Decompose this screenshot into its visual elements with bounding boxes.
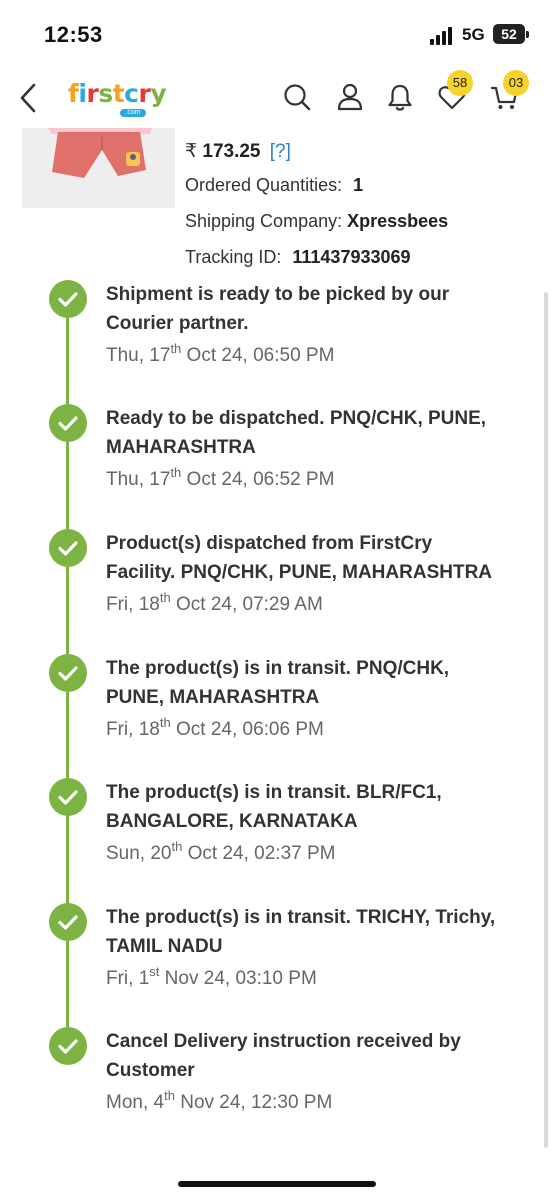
ship-value: Xpressbees — [347, 211, 449, 231]
price-value: 173.25 — [202, 141, 261, 162]
check-circle-icon — [49, 1027, 87, 1065]
check-circle-icon — [49, 529, 87, 567]
event-date: Fri, 1st Nov 24, 03:10 PM — [106, 964, 506, 991]
check-circle-icon — [49, 404, 87, 442]
event-date-suffix: st — [149, 964, 160, 979]
track-value: 111437933069 — [292, 247, 411, 267]
event-date-rest: Oct 24, 06:50 PM — [181, 345, 335, 366]
event-date-rest: Nov 24, 12:30 PM — [174, 1092, 333, 1113]
event-date-day: Fri, 18 — [106, 719, 160, 740]
home-indicator[interactable] — [178, 1181, 376, 1187]
event-date: Thu, 17th Oct 24, 06:52 PM — [106, 465, 506, 492]
logo-letter: s — [98, 79, 113, 108]
battery-icon: 52 — [493, 24, 525, 44]
event-date-suffix: th — [159, 590, 171, 605]
status-bar: 12:53 5G 52 — [0, 0, 554, 70]
event-date-day: Thu, 17 — [106, 345, 171, 366]
event-date-rest: Oct 24, 06:52 PM — [181, 469, 335, 490]
battery-level: 52 — [501, 26, 517, 42]
status-time: 12:53 — [44, 22, 103, 47]
bell-icon — [388, 84, 412, 111]
logo-letter: y — [150, 79, 167, 108]
logo-letter: t — [112, 79, 125, 108]
event-date-day: Sun, 20 — [106, 843, 172, 864]
product-shorts-image — [22, 128, 175, 208]
event-title: The product(s) is in transit. BLR/FC1, B… — [106, 782, 442, 832]
event-date: Mon, 4th Nov 24, 12:30 PM — [106, 1088, 506, 1115]
ship-label: Shipping Company: — [185, 211, 343, 231]
event-title: Cancel Delivery instruction received by … — [106, 1031, 461, 1081]
tracking-id: Tracking ID: 111437933069 — [185, 247, 411, 268]
check-circle-icon — [49, 654, 87, 692]
wishlist-count-badge: 58 — [447, 70, 473, 96]
event-date: Fri, 18th Oct 24, 06:06 PM — [106, 715, 506, 742]
event-date-suffix: th — [170, 465, 182, 480]
logo-letter: r — [138, 79, 151, 108]
event-date-day: Fri, 18 — [106, 594, 160, 615]
qty-label: Ordered Quantities: — [185, 175, 343, 195]
back-button[interactable] — [14, 80, 44, 116]
back-icon — [20, 83, 36, 113]
logo-letter: c — [124, 79, 139, 108]
event-date-rest: Oct 24, 07:29 AM — [170, 594, 323, 615]
event-date-suffix: th — [170, 341, 182, 356]
logo-letter: f — [68, 79, 79, 108]
search-button[interactable] — [282, 82, 312, 112]
event-date: Fri, 18th Oct 24, 07:29 AM — [106, 590, 506, 617]
currency-symbol: ₹ — [185, 141, 198, 162]
check-circle-icon — [49, 778, 87, 816]
event-date-rest: Oct 24, 06:06 PM — [170, 719, 324, 740]
event-date-day: Mon, 4 — [106, 1092, 165, 1113]
event-title: Shipment is ready to be picked by our Co… — [106, 284, 450, 334]
cart-count-badge: 03 — [503, 70, 529, 96]
user-icon — [337, 83, 363, 111]
event-date-day: Fri, 1 — [106, 968, 150, 989]
logo-text: firstcry — [68, 79, 167, 109]
price-line: ₹ 173.25 [?] — [185, 140, 291, 163]
top-nav-bar: firstcry .com 58 03 — [0, 70, 554, 128]
notifications-button[interactable] — [385, 82, 415, 112]
logo-letter: r — [86, 79, 99, 108]
price-help-link[interactable]: [?] — [270, 141, 291, 162]
event-title: Product(s) dispatched from FirstCry Faci… — [106, 533, 493, 583]
event-date-suffix: th — [159, 715, 171, 730]
event-date: Sun, 20th Oct 24, 02:37 PM — [106, 839, 506, 866]
battery-cap — [526, 31, 529, 38]
qty-value: 1 — [353, 175, 364, 195]
event-date-suffix: th — [164, 1088, 175, 1103]
event-title: The product(s) is in transit. PNQ/CHK, P… — [106, 658, 450, 708]
event-title: Ready to be dispatched. PNQ/CHK, PUNE, M… — [106, 408, 487, 458]
event-date-rest: Nov 24, 03:10 PM — [159, 968, 317, 989]
firstcry-logo[interactable]: firstcry .com — [68, 79, 167, 119]
ordered-quantities: Ordered Quantities: 1 — [185, 175, 363, 196]
network-label: 5G — [462, 25, 485, 44]
account-button[interactable] — [335, 82, 365, 112]
event-date: Thu, 17th Oct 24, 06:50 PM — [106, 341, 506, 368]
search-icon — [284, 84, 311, 111]
event-title: The product(s) is in transit. TRICHY, Tr… — [106, 907, 496, 957]
event-date-suffix: th — [171, 839, 183, 854]
check-circle-icon — [49, 903, 87, 941]
signal-icon — [430, 27, 456, 45]
logo-com: .com — [120, 109, 146, 117]
event-date-rest: Oct 24, 02:37 PM — [182, 843, 336, 864]
scrollbar[interactable] — [544, 292, 548, 1148]
check-circle-icon — [49, 280, 87, 318]
event-date-day: Thu, 17 — [106, 469, 171, 490]
product-image[interactable] — [22, 128, 175, 208]
shipping-company: Shipping Company: Xpressbees — [185, 211, 448, 232]
track-label: Tracking ID: — [185, 247, 282, 267]
